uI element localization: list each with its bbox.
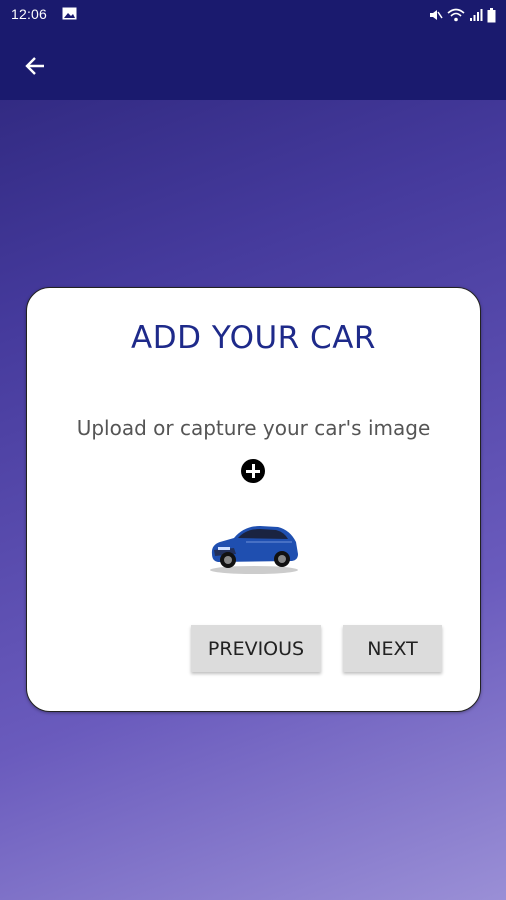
wifi-icon [447, 8, 465, 22]
arrow-left-icon [25, 57, 44, 75]
back-button[interactable] [18, 49, 52, 83]
battery-icon [487, 7, 496, 22]
card-title: ADD YOUR CAR [131, 320, 376, 356]
previous-button[interactable]: PREVIOUS [191, 625, 321, 672]
mute-icon [430, 10, 443, 20]
signal-icon [470, 9, 483, 21]
next-button[interactable]: NEXT [343, 625, 442, 672]
app-bar [0, 30, 506, 100]
status-time: 12:06 [11, 6, 48, 22]
upload-instruction: Upload or capture your car's image [76, 416, 431, 440]
status-bar: 12:06 [0, 0, 506, 30]
add-car-card: ADD YOUR CAR Upload or capture your car'… [26, 287, 481, 712]
image-icon [62, 7, 77, 20]
status-icons [429, 6, 496, 24]
car-image[interactable] [206, 512, 302, 576]
plus-circle-icon[interactable] [241, 459, 265, 483]
